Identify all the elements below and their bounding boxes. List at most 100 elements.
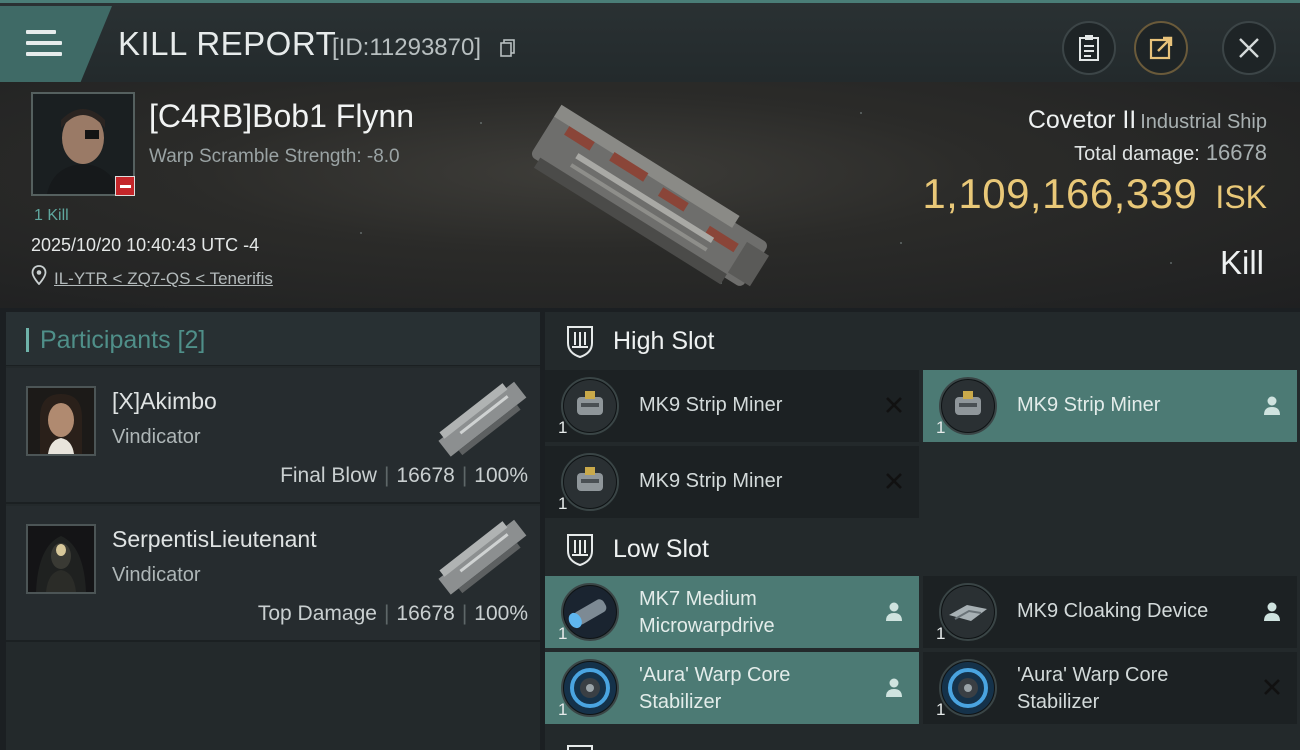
warp-scramble-strength: Warp Scramble Strength: -8.0: [149, 146, 400, 167]
destroyed-x-icon: [886, 397, 902, 413]
share-icon: [1149, 36, 1173, 60]
module-slot[interactable]: 1 MK9 Strip Miner: [923, 370, 1297, 442]
low-slot-header: Low Slot: [545, 520, 1300, 578]
microwarpdrive-icon: [561, 583, 619, 641]
participant-row[interactable]: [X]Akimbo Vindicator Final Blow | 16678 | 10…: [6, 368, 540, 504]
module-quantity: 1: [936, 624, 946, 643]
module-slot[interactable]: 1 MK9 Cloaking Device: [923, 576, 1297, 648]
kill-id: [ID:11293870]: [332, 34, 482, 61]
vindicator-ship-icon: [438, 381, 527, 457]
close-button[interactable]: [1222, 21, 1276, 75]
ship-class: Industrial Ship: [1140, 111, 1267, 133]
module-quantity: 1: [558, 700, 568, 719]
module-slot[interactable]: 1 MK9 Strip Miner: [545, 446, 919, 518]
total-damage-label: Total damage:: [1074, 143, 1200, 165]
module-slot[interactable]: 1 'Aura' Warp Core Stabilizer: [545, 652, 919, 724]
isk-value: 1,109,166,339: [922, 170, 1198, 217]
module-name: MK9 Cloaking Device: [1017, 600, 1209, 622]
participants-panel: Participants [2] [X]Akimbo Vindicator Fi…: [6, 312, 540, 750]
high-slot-icon: [567, 326, 593, 359]
participants-title[interactable]: Participants [2]: [40, 326, 205, 355]
participants-header: Participants [2]: [6, 312, 540, 366]
strip-miner-icon: [561, 453, 619, 511]
share-button[interactable]: [1134, 21, 1188, 75]
hamburger-menu-icon[interactable]: [26, 30, 62, 60]
warp-core-stabilizer-icon: [561, 659, 619, 717]
destroyed-x-icon: [1264, 679, 1280, 695]
location-pin-icon: [31, 265, 47, 285]
module-name: MK9 Strip Miner: [639, 394, 783, 416]
pilot-portrait-icon: [28, 526, 94, 592]
module-quantity: 1: [558, 494, 568, 513]
module-name-line: Stabilizer: [639, 691, 722, 713]
dropped-person-icon: [1264, 602, 1280, 621]
module-name: MK9 Strip Miner: [1017, 394, 1161, 416]
participant-name[interactable]: SerpentisLieutenant: [112, 526, 317, 553]
module-name-line: Microwarpdrive: [639, 615, 775, 637]
destroyed-x-icon: [886, 473, 902, 489]
section-accent-bar: [26, 328, 29, 352]
victim-name[interactable]: [C4RB]Bob1 Flynn: [149, 98, 414, 135]
top-bar: KILL REPORT [ID:11293870]: [0, 0, 1300, 82]
participant-row[interactable]: SerpentisLieutenant Vindicator Top Damag…: [6, 506, 540, 642]
low-slot-title: Low Slot: [613, 535, 709, 563]
ship-name[interactable]: Covetor II: [1028, 106, 1136, 134]
timestamp: 2025/10/20 10:40:43 UTC -4: [31, 235, 260, 255]
close-icon: [1239, 38, 1259, 58]
fitting-panel: High Slot 1 MK9 Strip Miner 1 MK9 Strip …: [545, 312, 1300, 750]
module-name-line: 'Aura' Warp Core: [1017, 664, 1169, 686]
module-name-line: Stabilizer: [1017, 691, 1100, 713]
menu-button[interactable]: [0, 6, 112, 82]
module-name: MK7 Medium Microwarpdrive: [639, 586, 775, 640]
participant-percent: 100%: [474, 464, 528, 487]
loss-badge: [115, 176, 135, 196]
kill-count: 1 Kill: [34, 207, 69, 224]
module-name-line: 'Aura' Warp Core: [639, 664, 791, 686]
participant-damage: 16678: [396, 602, 455, 625]
participant-stats: Final Blow | 16678 | 100%: [280, 464, 528, 487]
participant-avatar[interactable]: [26, 524, 96, 594]
strip-miner-icon: [939, 377, 997, 435]
covetor-ship-icon: [531, 104, 770, 287]
vindicator-ship-icon: [438, 519, 527, 595]
participant-role: Final Blow: [280, 464, 377, 487]
module-name-line: MK7 Medium: [639, 588, 757, 610]
participant-percent: 100%: [474, 602, 528, 625]
low-slot-icon: [567, 534, 593, 567]
total-damage: Total damage: 16678: [1074, 140, 1267, 166]
pilot-portrait-icon: [28, 388, 94, 454]
dropped-person-icon: [886, 602, 902, 621]
module-name: 'Aura' Warp Core Stabilizer: [639, 662, 790, 716]
cloaking-device-icon: [939, 583, 997, 641]
participant-damage: 16678: [396, 464, 455, 487]
module-slot[interactable]: 1 'Aura' Warp Core Stabilizer: [923, 652, 1297, 724]
participant-ship: Vindicator: [112, 564, 201, 586]
module-quantity: 1: [558, 418, 568, 437]
dropped-person-icon: [1264, 396, 1280, 415]
participant-stats: Top Damage | 16678 | 100%: [257, 602, 528, 625]
location-link[interactable]: IL-YTR < ZQ7-QS < Tenerifis: [54, 269, 273, 289]
copy-icon[interactable]: [500, 39, 516, 57]
clipboard-icon: [1079, 35, 1099, 61]
dropped-person-icon: [886, 678, 902, 697]
isk-unit: ISK: [1215, 179, 1267, 215]
participant-avatar[interactable]: [26, 386, 96, 456]
participant-name[interactable]: [X]Akimbo: [112, 388, 217, 415]
warp-core-stabilizer-icon: [939, 659, 997, 717]
high-slot-header: High Slot: [545, 312, 1300, 370]
mid-slot-icon: [567, 745, 593, 750]
mid-slot-header-partial: [545, 730, 1300, 750]
module-quantity: 1: [936, 700, 946, 719]
participant-role: Top Damage: [257, 602, 377, 625]
clipboard-button[interactable]: [1062, 21, 1116, 75]
module-name: MK9 Strip Miner: [639, 470, 783, 492]
module-slot[interactable]: 1 MK7 Medium Microwarpdrive: [545, 576, 919, 648]
page-title: KILL REPORT: [118, 25, 337, 62]
kill-summary: [C4RB]Bob1 Flynn Warp Scramble Strength:…: [0, 82, 1300, 308]
high-slot-title: High Slot: [613, 327, 715, 355]
ship-info: Covetor II Industrial Ship: [1028, 106, 1267, 135]
total-damage-value: 16678: [1205, 140, 1267, 165]
module-slot[interactable]: 1 MK9 Strip Miner: [545, 370, 919, 442]
isk-value-line: 1,109,166,339 ISK: [922, 170, 1267, 218]
module-quantity: 1: [558, 624, 568, 643]
